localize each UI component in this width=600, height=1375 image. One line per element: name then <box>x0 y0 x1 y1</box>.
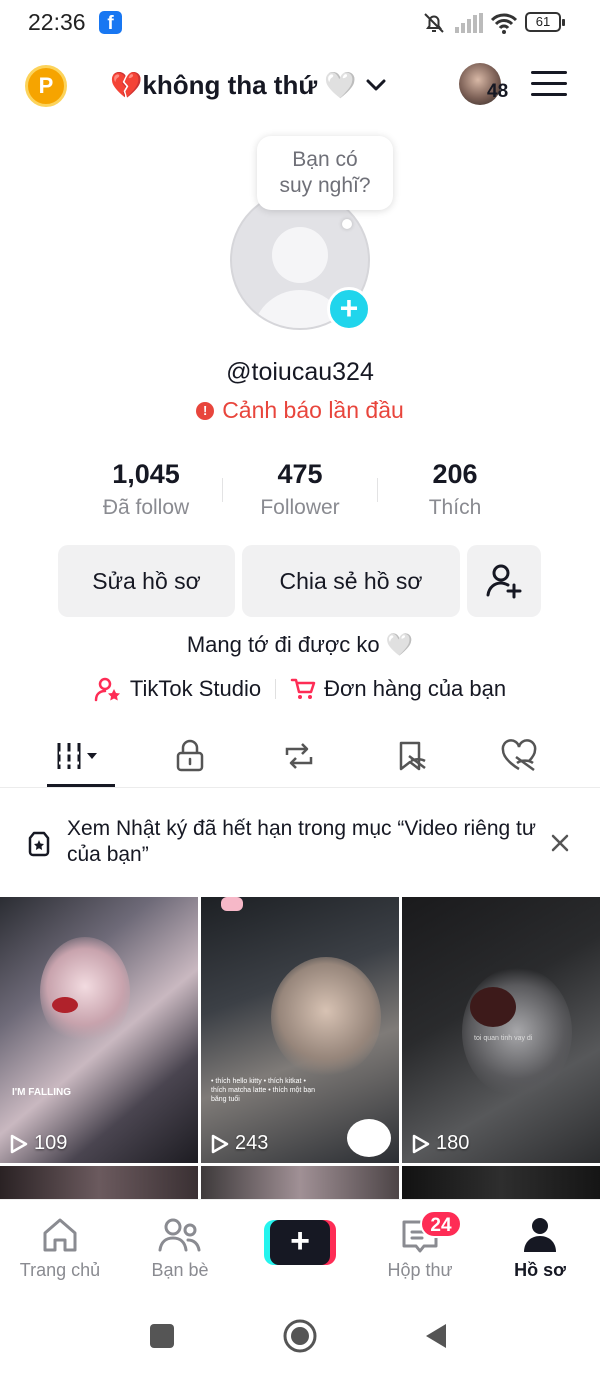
orders-label: Đơn hàng của bạn <box>324 676 507 701</box>
create-button[interactable]: + <box>264 1220 336 1265</box>
divider <box>275 679 277 699</box>
bubble-tail <box>342 219 352 229</box>
video-thumbnail[interactable] <box>0 1166 198 1200</box>
profile-header: P 💔không tha thứ 🤍 48 <box>0 55 600 115</box>
friends-icon <box>158 1218 201 1252</box>
grid-icon <box>57 743 97 769</box>
tab-private[interactable] <box>130 724 250 788</box>
view-count: 180 <box>412 1132 469 1155</box>
view-count: 109 <box>10 1132 67 1155</box>
plus-icon: + <box>270 1220 330 1265</box>
status-time: 22:36 <box>28 9 86 35</box>
tiktok-studio-link[interactable]: TikTok Studio <box>94 676 261 702</box>
bell-muted-icon <box>424 13 444 33</box>
view-count-value: 109 <box>34 1132 68 1154</box>
video-caption: I'M FALLING <box>12 1087 72 1098</box>
stat-label: Đã follow <box>102 496 190 519</box>
signal-icon <box>455 13 483 33</box>
nav-profile[interactable]: Hồ sơ <box>480 1200 600 1295</box>
video-thumbnail[interactable]: toi quan tinh vay di 180 <box>402 897 600 1163</box>
orders-link[interactable]: Đơn hàng của bạn <box>290 676 506 702</box>
stat-value: 206 <box>432 459 478 489</box>
thought-bubble-line2: suy nghĩ? <box>279 174 371 197</box>
nav-profile-label: Hồ sơ <box>514 1260 566 1280</box>
play-icon <box>10 1134 28 1153</box>
bookmark-hidden-icon <box>399 741 426 771</box>
expired-stories-banner[interactable]: Xem Nhật ký đã hết hạn trong mục “Video … <box>0 790 600 896</box>
profile-icon <box>524 1218 556 1252</box>
tab-videos[interactable] <box>20 724 140 788</box>
studio-icon <box>94 677 120 702</box>
video-thumbnail[interactable] <box>201 1166 399 1200</box>
close-icon[interactable] <box>548 831 572 855</box>
stat-label: Thích <box>428 496 482 519</box>
stat-label: Follower <box>260 496 340 519</box>
recents-button[interactable] <box>150 1324 174 1348</box>
heart-hidden-icon <box>501 739 537 772</box>
username: @toiucau324 <box>226 358 374 386</box>
video-thumbnail[interactable] <box>402 1166 600 1200</box>
system-nav <box>0 1294 600 1375</box>
home-button[interactable] <box>282 1318 318 1354</box>
stat-value: 1,045 <box>112 459 180 489</box>
nav-friends-label: Bạn bè <box>151 1260 209 1280</box>
play-icon <box>412 1134 430 1153</box>
tab-reposts[interactable] <box>239 724 359 788</box>
active-tab-indicator <box>47 784 115 787</box>
nav-friends[interactable]: Bạn bè <box>120 1200 240 1295</box>
add-user-icon <box>486 564 522 599</box>
inbox-badge: 24 <box>420 1210 462 1238</box>
share-profile-button[interactable]: Chia sẻ hồ sơ <box>242 545 460 617</box>
points-badge[interactable]: P <box>25 65 67 107</box>
home-icon <box>43 1218 77 1252</box>
repost-icon <box>285 743 313 769</box>
nav-home-label: Trang chủ <box>19 1260 101 1280</box>
add-photo-button[interactable]: + <box>327 287 371 331</box>
battery-indicator: 61 <box>525 12 565 32</box>
video-thumbnail[interactable]: • thích hello kitty • thích kitkat • thí… <box>201 897 399 1163</box>
stat-followers[interactable]: 475 Follower <box>220 459 380 520</box>
lock-icon <box>176 739 204 772</box>
nav-home[interactable]: Trang chủ <box>0 1200 120 1295</box>
video-thumbnail[interactable]: I'M FALLING 109 <box>0 897 198 1163</box>
thought-bubble-line1: Bạn có <box>292 148 358 171</box>
account-switcher[interactable]: 💔không tha thứ 🤍 <box>110 67 389 103</box>
stat-following[interactable]: 1,045 Đã follow <box>66 459 226 520</box>
nav-inbox-label: Hộp thư <box>387 1260 453 1280</box>
bottom-nav: Trang chủ Bạn bè + Hộp thư Hồ sơ <box>0 1199 600 1294</box>
warning-link[interactable]: ! Cảnh báo lần đầu <box>0 397 600 424</box>
add-friend-button[interactable] <box>467 545 541 617</box>
status-bar: 22:36 f 61 <box>0 0 600 46</box>
view-count-value: 243 <box>235 1132 269 1154</box>
tiktok-studio-label: TikTok Studio <box>129 676 262 701</box>
alert-icon: ! <box>196 401 215 420</box>
warning-text: Cảnh báo lần đầu <box>222 397 404 423</box>
stat-value: 475 <box>277 459 323 489</box>
play-icon <box>211 1134 229 1153</box>
tab-favorites[interactable] <box>351 724 471 788</box>
video-caption: toi quan tinh vay di <box>474 1035 533 1042</box>
notification-count: 48 <box>487 81 509 102</box>
tab-liked[interactable] <box>459 724 579 788</box>
view-count-value: 180 <box>436 1132 470 1154</box>
profile-title: 💔không tha thứ 🤍 <box>110 69 357 100</box>
video-caption: • thích hello kitty • thích kitkat • thí… <box>211 1078 316 1103</box>
chevron-down-icon <box>366 79 386 91</box>
nav-inbox[interactable]: Hộp thư <box>360 1200 480 1295</box>
content-tabs <box>0 724 600 788</box>
stat-likes[interactable]: 206 Thích <box>375 459 535 520</box>
profile-links: TikTok Studio Đơn hàng của bạn <box>0 676 600 702</box>
banner-text: Xem Nhật ký đã hết hạn trong mục “Video … <box>67 817 536 866</box>
story-icon <box>28 831 50 857</box>
edit-profile-button[interactable]: Sửa hồ sơ <box>58 545 235 617</box>
view-count: 243 <box>211 1132 268 1155</box>
profile-bio: Mang tớ đi được ko 🤍 <box>186 632 414 657</box>
thought-bubble[interactable]: Bạn có suy nghĩ? <box>257 136 393 210</box>
wifi-icon <box>490 13 518 34</box>
cart-icon <box>290 678 316 699</box>
back-button[interactable] <box>424 1322 448 1350</box>
menu-button[interactable] <box>531 71 567 101</box>
hello-kitty-sticker <box>347 1119 391 1157</box>
facebook-notification-icon: f <box>99 11 122 34</box>
